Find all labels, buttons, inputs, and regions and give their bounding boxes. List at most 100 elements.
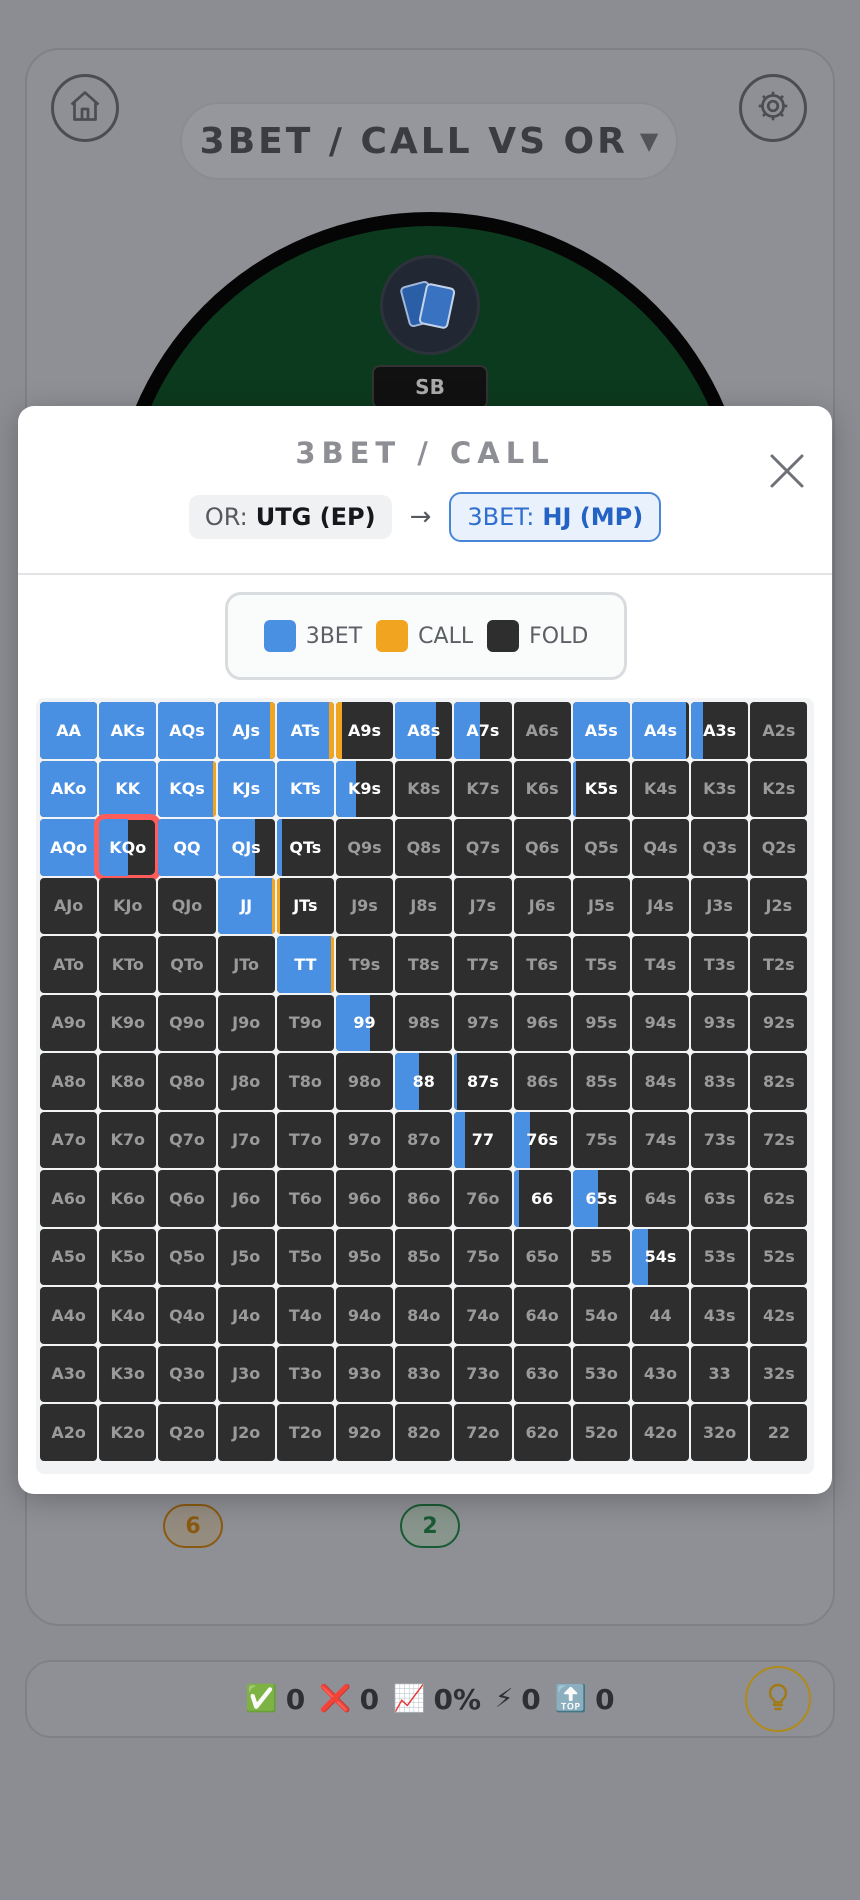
hand-cell-75o[interactable]: 75o	[454, 1228, 512, 1285]
hand-cell-A5o[interactable]: A5o	[40, 1228, 98, 1285]
hand-cell-93s[interactable]: 93s	[691, 994, 749, 1051]
hand-cell-74o[interactable]: 74o	[454, 1287, 512, 1344]
hand-cell-K7o[interactable]: K7o	[99, 1111, 157, 1168]
hand-cell-K4o[interactable]: K4o	[99, 1287, 157, 1344]
hand-cell-Q8o[interactable]: Q8o	[158, 1053, 216, 1110]
hand-cell-Q6s[interactable]: Q6s	[513, 819, 571, 876]
hand-cell-T9o[interactable]: T9o	[276, 994, 334, 1051]
hand-cell-A6s[interactable]: A6s	[513, 702, 571, 759]
hand-cell-K8s[interactable]: K8s	[395, 760, 453, 817]
hand-cell-83s[interactable]: 83s	[691, 1053, 749, 1110]
hand-cell-J6o[interactable]: J6o	[217, 1170, 275, 1227]
hand-cell-KTo[interactable]: KTo	[99, 936, 157, 993]
hand-cell-K9o[interactable]: K9o	[99, 994, 157, 1051]
hand-cell-A9s[interactable]: A9s	[335, 702, 394, 759]
mode-selector[interactable]: 3BET / CALL VS OR ▼	[180, 102, 678, 180]
hand-cell-J6s[interactable]: J6s	[513, 877, 571, 934]
hand-cell-J4s[interactable]: J4s	[631, 877, 690, 934]
hand-cell-ATs[interactable]: ATs	[276, 702, 334, 759]
hand-cell-AQs[interactable]: AQs	[158, 702, 216, 759]
hand-cell-J3o[interactable]: J3o	[217, 1345, 275, 1402]
hand-cell-87o[interactable]: 87o	[395, 1111, 453, 1168]
hand-cell-73s[interactable]: 73s	[691, 1111, 749, 1168]
hand-cell-QTo[interactable]: QTo	[158, 936, 216, 993]
hand-cell-92s[interactable]: 92s	[750, 994, 808, 1051]
hand-cell-K4s[interactable]: K4s	[631, 760, 690, 817]
hand-cell-T6o[interactable]: T6o	[276, 1170, 334, 1227]
hand-cell-66[interactable]: 66	[513, 1170, 571, 1227]
hand-cell-A8s[interactable]: A8s	[395, 702, 453, 759]
hand-cell-T9s[interactable]: T9s	[335, 936, 394, 993]
hand-cell-KTs[interactable]: KTs	[276, 760, 334, 817]
hand-cell-T6s[interactable]: T6s	[513, 936, 571, 993]
hand-cell-JTs[interactable]: JTs	[276, 877, 334, 934]
hand-cell-97o[interactable]: 97o	[335, 1111, 394, 1168]
hand-cell-T8o[interactable]: T8o	[276, 1053, 334, 1110]
hand-cell-K2o[interactable]: K2o	[99, 1404, 157, 1461]
hand-cell-A8o[interactable]: A8o	[40, 1053, 98, 1110]
hand-cell-55[interactable]: 55	[572, 1228, 630, 1285]
hand-cell-64s[interactable]: 64s	[631, 1170, 690, 1227]
hand-cell-82o[interactable]: 82o	[395, 1404, 453, 1461]
hand-cell-85s[interactable]: 85s	[572, 1053, 630, 1110]
hand-cell-K8o[interactable]: K8o	[99, 1053, 157, 1110]
hand-cell-KQs[interactable]: KQs	[158, 760, 216, 817]
hand-cell-QJs[interactable]: QJs	[217, 819, 275, 876]
hand-cell-Q5s[interactable]: Q5s	[572, 819, 630, 876]
hand-cell-T2o[interactable]: T2o	[276, 1404, 334, 1461]
hand-cell-94s[interactable]: 94s	[631, 994, 690, 1051]
hand-cell-72s[interactable]: 72s	[750, 1111, 808, 1168]
hand-cell-96s[interactable]: 96s	[513, 994, 571, 1051]
hand-cell-T7o[interactable]: T7o	[276, 1111, 334, 1168]
hand-cell-K6s[interactable]: K6s	[513, 760, 571, 817]
hand-cell-J8s[interactable]: J8s	[395, 877, 453, 934]
hand-cell-A4o[interactable]: A4o	[40, 1287, 98, 1344]
hand-cell-53o[interactable]: 53o	[572, 1345, 630, 1402]
hand-cell-Q7s[interactable]: Q7s	[454, 819, 512, 876]
hand-cell-42s[interactable]: 42s	[750, 1287, 808, 1344]
hand-cell-Q7o[interactable]: Q7o	[158, 1111, 216, 1168]
hand-cell-K6o[interactable]: K6o	[99, 1170, 157, 1227]
hand-cell-88[interactable]: 88	[395, 1053, 453, 1110]
hand-cell-T4o[interactable]: T4o	[276, 1287, 334, 1344]
hand-cell-AJo[interactable]: AJo	[40, 877, 98, 934]
hand-cell-TT[interactable]: TT	[276, 936, 334, 993]
hand-cell-Q2s[interactable]: Q2s	[750, 819, 808, 876]
hand-cell-T3o[interactable]: T3o	[276, 1345, 334, 1402]
hand-cell-98o[interactable]: 98o	[335, 1053, 394, 1110]
hand-cell-33[interactable]: 33	[691, 1345, 749, 1402]
hand-cell-74s[interactable]: 74s	[631, 1111, 690, 1168]
hand-cell-J4o[interactable]: J4o	[217, 1287, 275, 1344]
hand-cell-J9s[interactable]: J9s	[335, 877, 394, 934]
hand-cell-92o[interactable]: 92o	[335, 1404, 394, 1461]
hand-cell-72o[interactable]: 72o	[454, 1404, 512, 1461]
close-button[interactable]	[762, 448, 812, 498]
hand-cell-J7o[interactable]: J7o	[217, 1111, 275, 1168]
hand-cell-A7s[interactable]: A7s	[454, 702, 512, 759]
hand-cell-54s[interactable]: 54s	[631, 1228, 690, 1285]
hand-cell-99[interactable]: 99	[335, 994, 394, 1051]
hand-cell-76s[interactable]: 76s	[513, 1111, 571, 1168]
hand-cell-22[interactable]: 22	[750, 1404, 808, 1461]
hand-cell-84o[interactable]: 84o	[395, 1287, 453, 1344]
hand-cell-Q9s[interactable]: Q9s	[335, 819, 394, 876]
hand-cell-AKs[interactable]: AKs	[99, 702, 157, 759]
hand-cell-98s[interactable]: 98s	[395, 994, 453, 1051]
hand-cell-Q4o[interactable]: Q4o	[158, 1287, 216, 1344]
hand-cell-J7s[interactable]: J7s	[454, 877, 512, 934]
hand-cell-ATo[interactable]: ATo	[40, 936, 98, 993]
hand-cell-63s[interactable]: 63s	[691, 1170, 749, 1227]
hand-cell-64o[interactable]: 64o	[513, 1287, 571, 1344]
hand-cell-A2s[interactable]: A2s	[750, 702, 808, 759]
hand-cell-J2s[interactable]: J2s	[750, 877, 808, 934]
hand-cell-63o[interactable]: 63o	[513, 1345, 571, 1402]
hand-cell-J8o[interactable]: J8o	[217, 1053, 275, 1110]
hand-cell-K2s[interactable]: K2s	[750, 760, 808, 817]
hand-cell-J2o[interactable]: J2o	[217, 1404, 275, 1461]
hand-cell-K7s[interactable]: K7s	[454, 760, 512, 817]
settings-button[interactable]	[739, 74, 807, 142]
hand-cell-32o[interactable]: 32o	[691, 1404, 749, 1461]
hand-cell-97s[interactable]: 97s	[454, 994, 512, 1051]
hand-cell-AA[interactable]: AA	[40, 702, 98, 759]
hand-cell-77[interactable]: 77	[454, 1111, 512, 1168]
